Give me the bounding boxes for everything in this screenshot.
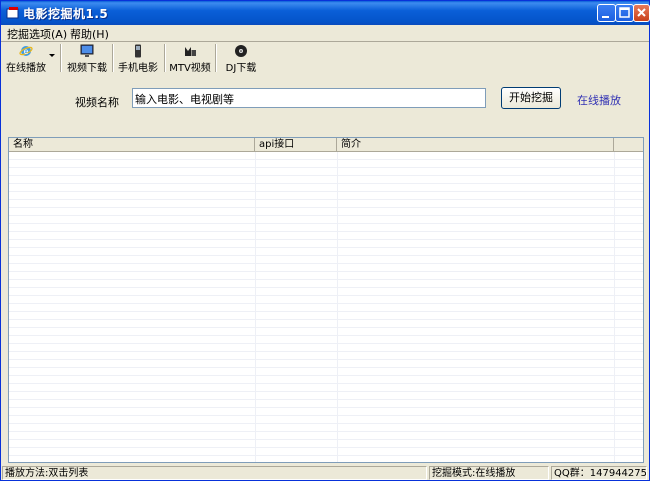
toolbar-separator bbox=[164, 44, 166, 72]
toolbar-video-download-label: 视频下载 bbox=[67, 63, 107, 74]
toolbar: e 在线播放 视频下载 手机电影 MTV视频 DJ下载 bbox=[1, 43, 649, 74]
toolbar-online-play-button[interactable]: e 在线播放 bbox=[4, 43, 48, 74]
menu-dig-options[interactable]: 挖掘选项(A) bbox=[7, 26, 67, 42]
maximize-icon bbox=[619, 7, 630, 18]
ie-globe-icon: e bbox=[19, 46, 33, 56]
menu-bar: 挖掘选项(A) 帮助(H) bbox=[1, 25, 649, 41]
toolbar-dj-download-label: DJ下载 bbox=[225, 63, 257, 74]
video-name-input[interactable]: 输入电影、电视剧等 bbox=[132, 88, 486, 108]
toolbar-separator bbox=[60, 44, 62, 72]
main-window: 电影挖掘机1.5 挖掘选项(A) 帮助(H) e 在线播放 视频下载 手机电影 … bbox=[0, 0, 650, 481]
close-icon bbox=[637, 8, 646, 17]
menu-help[interactable]: 帮助(H) bbox=[70, 26, 109, 42]
toolbar-dj-download-button[interactable]: DJ下载 bbox=[221, 43, 261, 74]
column-divider bbox=[337, 152, 338, 462]
mtv-icon bbox=[185, 47, 196, 56]
title-bar[interactable]: 电影挖掘机1.5 bbox=[1, 1, 650, 25]
minimize-icon bbox=[602, 16, 609, 18]
toolbar-separator bbox=[215, 44, 217, 72]
status-dig-mode: 挖掘模式:在线播放 bbox=[429, 466, 549, 480]
toolbar-mobile-movie-label: 手机电影 bbox=[118, 63, 158, 74]
menubar-divider bbox=[1, 41, 649, 42]
toolbar-online-play-label: 在线播放 bbox=[6, 63, 46, 74]
table-header: 名称 api接口 简介 bbox=[9, 138, 643, 152]
column-header-intro[interactable]: 简介 bbox=[337, 138, 614, 152]
column-divider bbox=[255, 152, 256, 462]
toolbar-mobile-movie-button[interactable]: 手机电影 bbox=[116, 43, 160, 74]
status-play-method: 播放方法:双击列表 bbox=[2, 466, 427, 480]
svg-text:e: e bbox=[24, 47, 29, 56]
monitor-icon bbox=[80, 44, 94, 57]
window-title: 电影挖掘机1.5 bbox=[23, 7, 109, 21]
toolbar-separator bbox=[112, 44, 114, 72]
video-name-label: 视频名称 bbox=[75, 96, 119, 109]
minimize-button[interactable] bbox=[597, 4, 616, 22]
online-play-link[interactable]: 在线播放 bbox=[577, 92, 621, 108]
toolbar-mtv-label: MTV视频 bbox=[169, 63, 211, 74]
app-icon bbox=[6, 7, 19, 19]
toolbar-mtv-button[interactable]: MTV视频 bbox=[168, 43, 212, 74]
toolbar-video-download-button[interactable]: 视频下载 bbox=[65, 43, 109, 74]
column-header-api[interactable]: api接口 bbox=[255, 138, 337, 152]
start-dig-button[interactable]: 开始挖掘 bbox=[501, 87, 561, 109]
status-qq-group: QQ群：147944275 bbox=[551, 466, 647, 480]
close-button[interactable] bbox=[633, 4, 650, 22]
chevron-down-icon[interactable] bbox=[49, 54, 55, 57]
phone-icon bbox=[135, 44, 141, 58]
table-body[interactable] bbox=[9, 152, 643, 462]
column-divider bbox=[614, 152, 615, 462]
status-bar: 播放方法:双击列表 挖掘模式:在线播放 QQ群：147944275 bbox=[1, 465, 649, 480]
disc-icon bbox=[235, 45, 247, 57]
column-header-name[interactable]: 名称 bbox=[9, 138, 255, 152]
column-header-extra[interactable] bbox=[614, 138, 643, 152]
maximize-button[interactable] bbox=[615, 4, 634, 22]
results-table[interactable]: 名称 api接口 简介 bbox=[8, 137, 644, 463]
